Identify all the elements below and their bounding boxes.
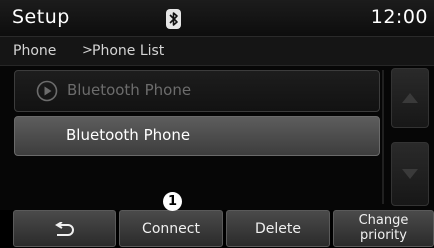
setup-screen: Setup 12:00 Phone > Phone List Bluetooth… <box>0 0 434 248</box>
breadcrumb: Phone > Phone List <box>0 37 434 66</box>
back-arrow-icon <box>55 222 74 236</box>
bluetooth-icon <box>166 9 181 29</box>
header-bar: Setup 12:00 <box>0 0 434 37</box>
scroll-up-button[interactable] <box>391 68 429 128</box>
scroll-track <box>382 70 384 204</box>
scroll-down-button[interactable] <box>391 142 429 206</box>
breadcrumb-parent[interactable]: Phone <box>13 43 56 59</box>
connect-button-label: Connect <box>142 221 200 237</box>
connect-button[interactable]: Connect <box>119 210 223 247</box>
bottom-button-bar: Connect Delete Change priority <box>0 210 434 248</box>
delete-button[interactable]: Delete <box>226 210 330 247</box>
play-icon <box>36 80 58 102</box>
scroll-down-arrow-icon <box>402 169 418 179</box>
scroll-up-arrow-icon <box>402 93 418 103</box>
back-button[interactable] <box>13 210 116 247</box>
change-priority-line-1: Change <box>358 213 409 228</box>
delete-button-label: Delete <box>255 221 301 237</box>
phone-list: Bluetooth Phone Bluetooth Phone <box>14 70 380 206</box>
page-title: Setup <box>12 6 70 28</box>
list-item-bluetooth-phone-1[interactable]: Bluetooth Phone <box>14 70 380 112</box>
callout-marker: 1 <box>163 192 182 211</box>
change-priority-label: Change priority <box>334 211 433 243</box>
list-item-label: Bluetooth Phone <box>67 81 192 99</box>
change-priority-button[interactable]: Change priority <box>333 210 434 247</box>
change-priority-line-2: priority <box>360 228 407 243</box>
list-item-label: Bluetooth Phone <box>66 126 191 144</box>
list-item-bluetooth-phone-2[interactable]: Bluetooth Phone <box>14 116 380 156</box>
clock: 12:00 <box>370 6 428 28</box>
breadcrumb-current: Phone List <box>92 43 165 59</box>
